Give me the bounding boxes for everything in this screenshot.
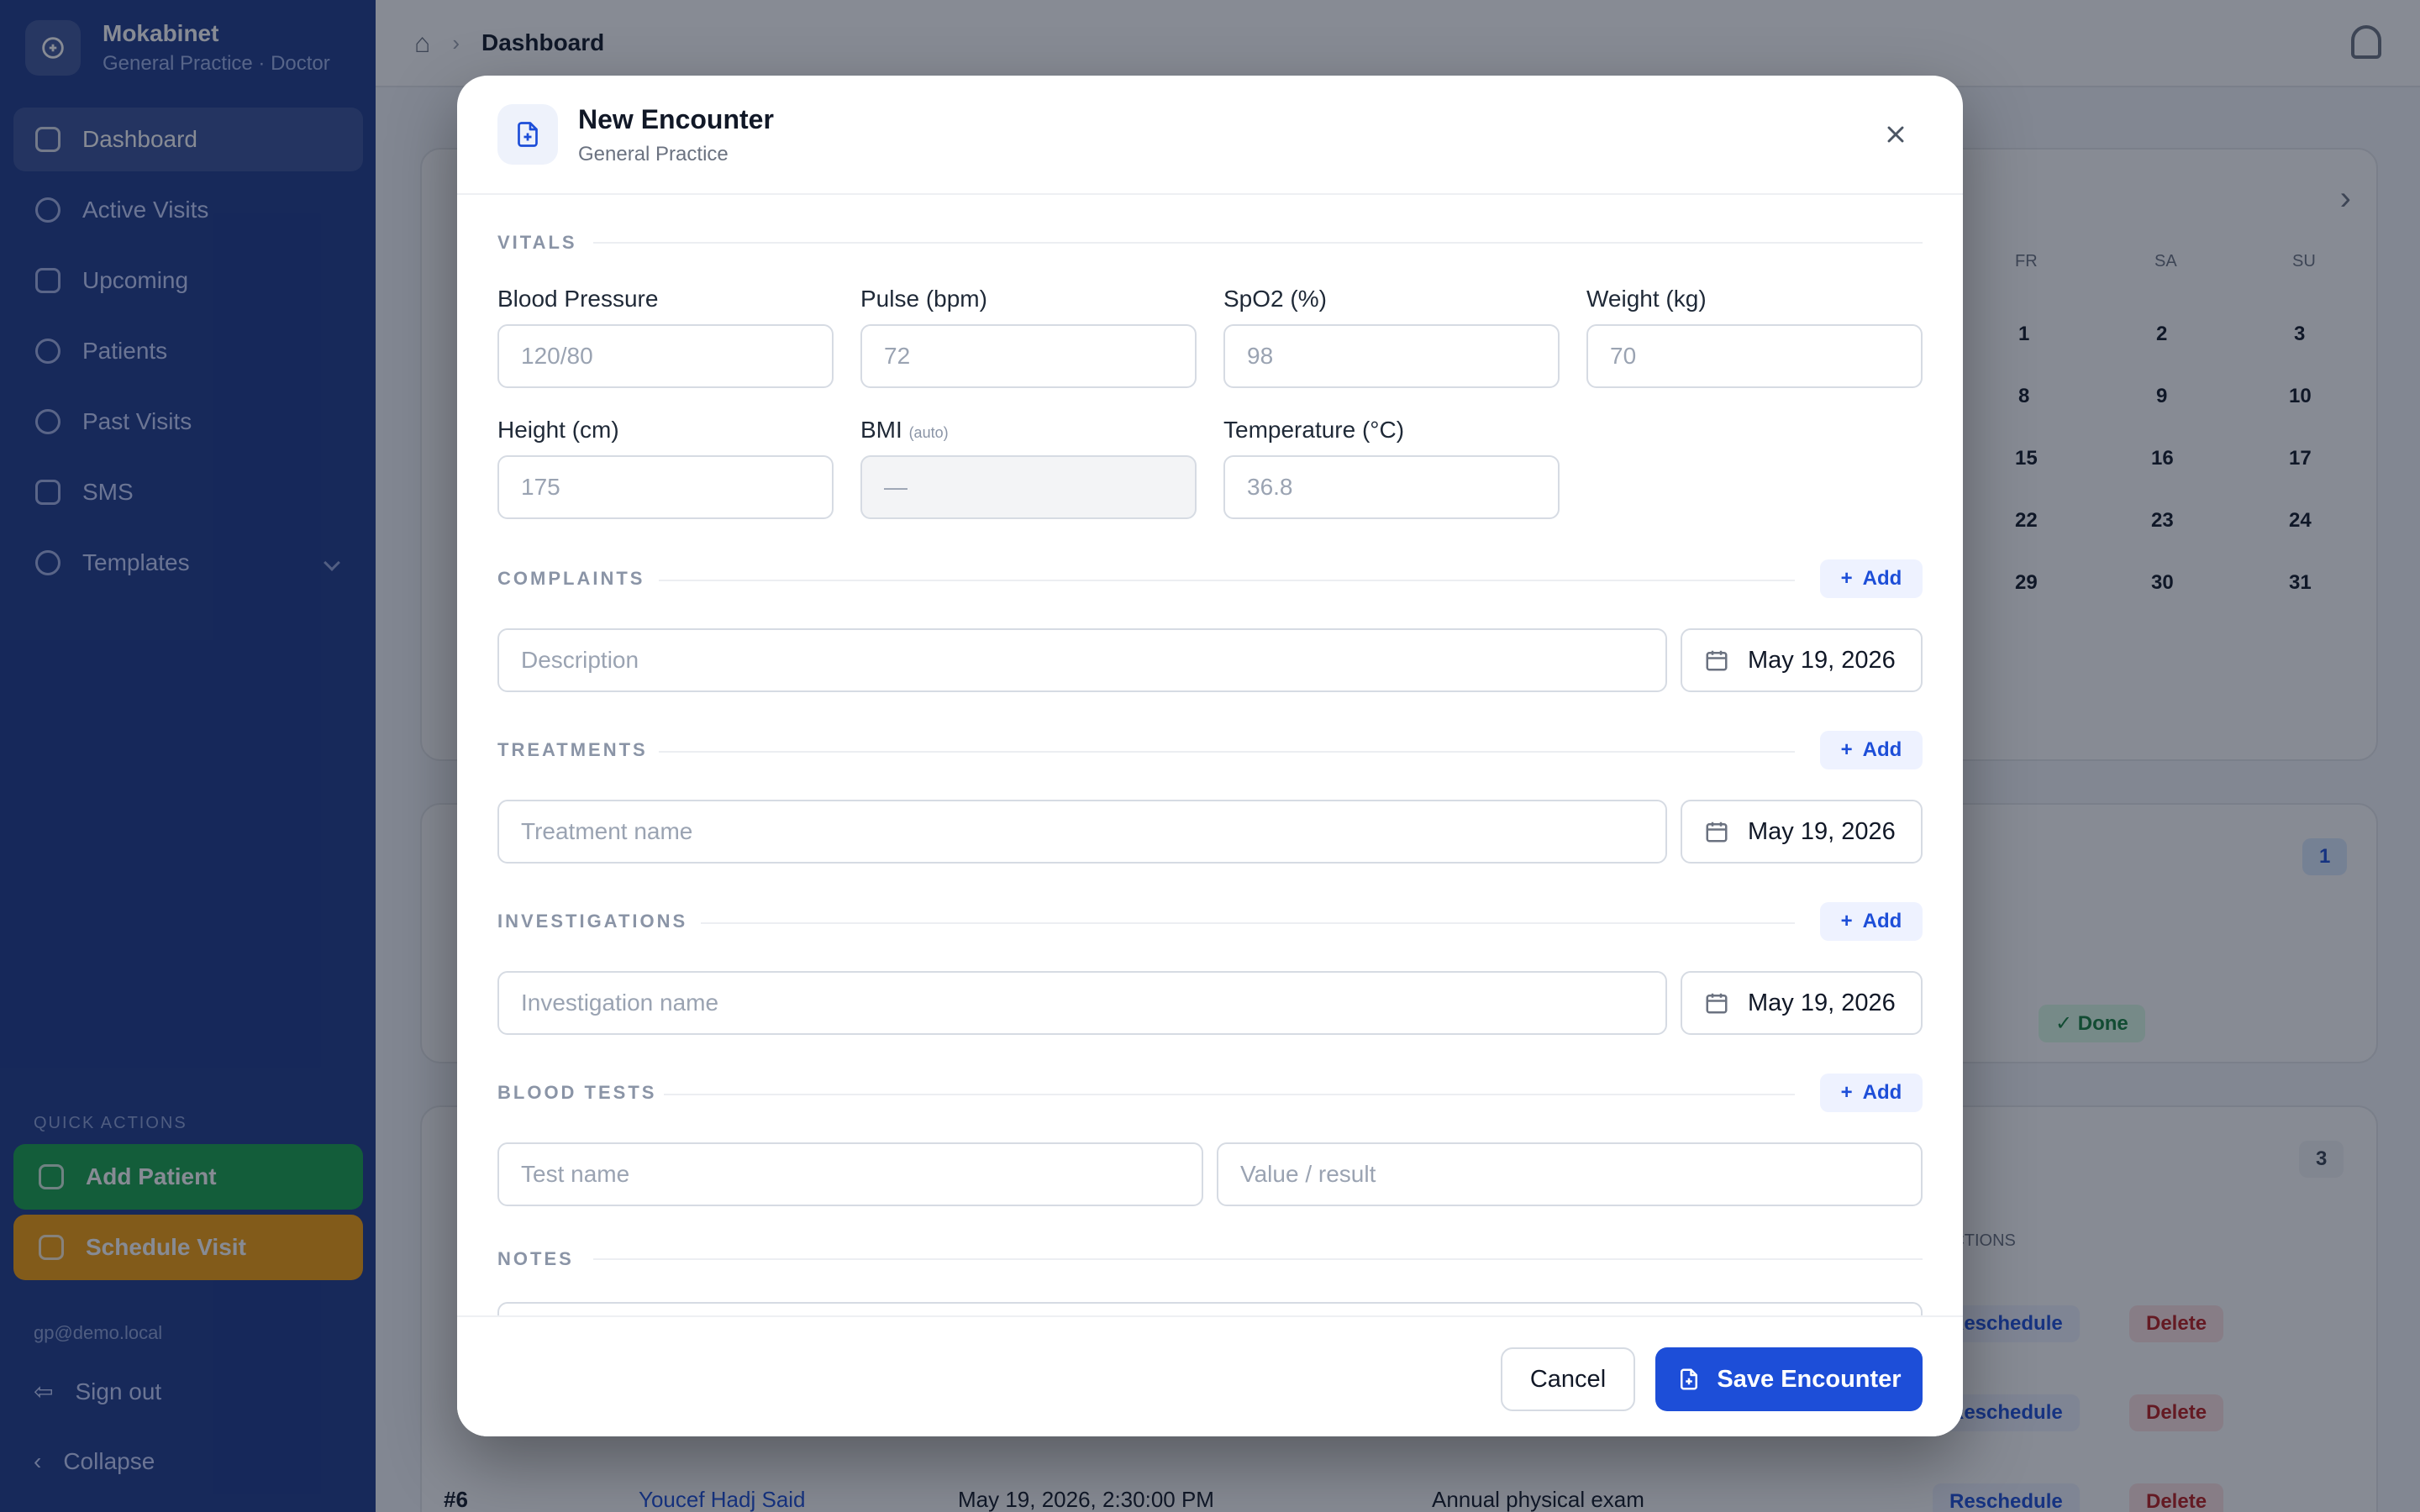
spo2-label: SpO2 (%) bbox=[1223, 286, 1327, 312]
blood-test-name-input[interactable] bbox=[497, 1142, 1203, 1206]
add-label: Add bbox=[1862, 567, 1902, 590]
blood-pressure-label: Blood Pressure bbox=[497, 286, 659, 312]
blood-tests-section-label: BLOOD TESTS bbox=[497, 1082, 657, 1103]
pulse-label: Pulse (bpm) bbox=[860, 286, 987, 312]
modal-header: New Encounter General Practice bbox=[457, 76, 1963, 195]
treatment-date-value: May 19, 2026 bbox=[1748, 817, 1896, 845]
section-divider bbox=[659, 580, 1795, 581]
blood-pressure-input[interactable] bbox=[497, 324, 834, 388]
investigation-name-input[interactable] bbox=[497, 971, 1667, 1035]
file-plus-icon bbox=[1681, 1368, 1698, 1390]
modal-subtitle: General Practice bbox=[578, 143, 729, 165]
calendar-icon bbox=[1706, 822, 1728, 843]
modal-footer: Cancel Save Encounter bbox=[457, 1315, 1963, 1436]
weight-label: Weight (kg) bbox=[1586, 286, 1707, 312]
investigation-date-value: May 19, 2026 bbox=[1748, 989, 1896, 1016]
save-encounter-label: Save Encounter bbox=[1717, 1365, 1902, 1393]
plus-icon: + bbox=[1840, 567, 1853, 590]
complaint-date-value: May 19, 2026 bbox=[1748, 646, 1896, 674]
vitals-section-label: VITALS bbox=[497, 232, 577, 253]
temperature-input[interactable] bbox=[1223, 455, 1560, 519]
add-label: Add bbox=[1862, 1081, 1902, 1104]
add-treatment-button[interactable]: + Add bbox=[1820, 731, 1923, 769]
treatment-date-picker[interactable]: May 19, 2026 bbox=[1681, 800, 1923, 864]
close-icon[interactable] bbox=[1876, 114, 1916, 155]
temperature-label: Temperature (°C) bbox=[1223, 417, 1405, 443]
add-label: Add bbox=[1862, 910, 1902, 932]
blood-test-value-input[interactable] bbox=[1217, 1142, 1923, 1206]
spo2-input[interactable] bbox=[1223, 324, 1560, 388]
investigation-date-picker[interactable]: May 19, 2026 bbox=[1681, 971, 1923, 1035]
section-divider bbox=[664, 1094, 1795, 1095]
add-complaint-button[interactable]: + Add bbox=[1820, 559, 1923, 598]
bmi-label: BMI (auto) bbox=[860, 417, 949, 444]
investigations-section-label: INVESTIGATIONS bbox=[497, 911, 688, 932]
add-label: Add bbox=[1862, 738, 1902, 761]
add-blood-test-button[interactable]: + Add bbox=[1820, 1074, 1923, 1112]
notes-section-label: NOTES bbox=[497, 1248, 574, 1269]
complaint-date-picker[interactable]: May 19, 2026 bbox=[1681, 628, 1923, 692]
complaint-description-input[interactable] bbox=[497, 628, 1667, 692]
pulse-input[interactable] bbox=[860, 324, 1197, 388]
calendar-icon bbox=[1706, 650, 1728, 671]
height-input[interactable] bbox=[497, 455, 834, 519]
section-divider bbox=[701, 922, 1795, 924]
add-investigation-button[interactable]: + Add bbox=[1820, 902, 1923, 941]
weight-input[interactable] bbox=[1586, 324, 1923, 388]
modal-title: New Encounter bbox=[578, 104, 774, 134]
complaints-section-label: COMPLAINTS bbox=[497, 568, 645, 589]
height-label: Height (cm) bbox=[497, 417, 619, 443]
treatment-name-input[interactable] bbox=[497, 800, 1667, 864]
plus-icon: + bbox=[1840, 1081, 1853, 1104]
new-encounter-modal: New Encounter General Practice VITALS Bl… bbox=[457, 76, 1963, 1436]
cancel-button[interactable]: Cancel bbox=[1501, 1347, 1635, 1411]
file-plus-icon bbox=[497, 104, 558, 165]
section-divider bbox=[593, 242, 1923, 244]
bmi-input bbox=[860, 455, 1197, 519]
bmi-auto-hint: (auto) bbox=[908, 424, 949, 441]
plus-icon: + bbox=[1840, 910, 1853, 932]
bmi-label-text: BMI bbox=[860, 417, 902, 443]
calendar-icon bbox=[1706, 993, 1728, 1014]
save-encounter-button[interactable]: Save Encounter bbox=[1655, 1347, 1923, 1411]
plus-icon: + bbox=[1840, 738, 1853, 761]
treatments-section-label: TREATMENTS bbox=[497, 739, 648, 760]
section-divider bbox=[659, 751, 1795, 753]
section-divider bbox=[593, 1258, 1923, 1260]
